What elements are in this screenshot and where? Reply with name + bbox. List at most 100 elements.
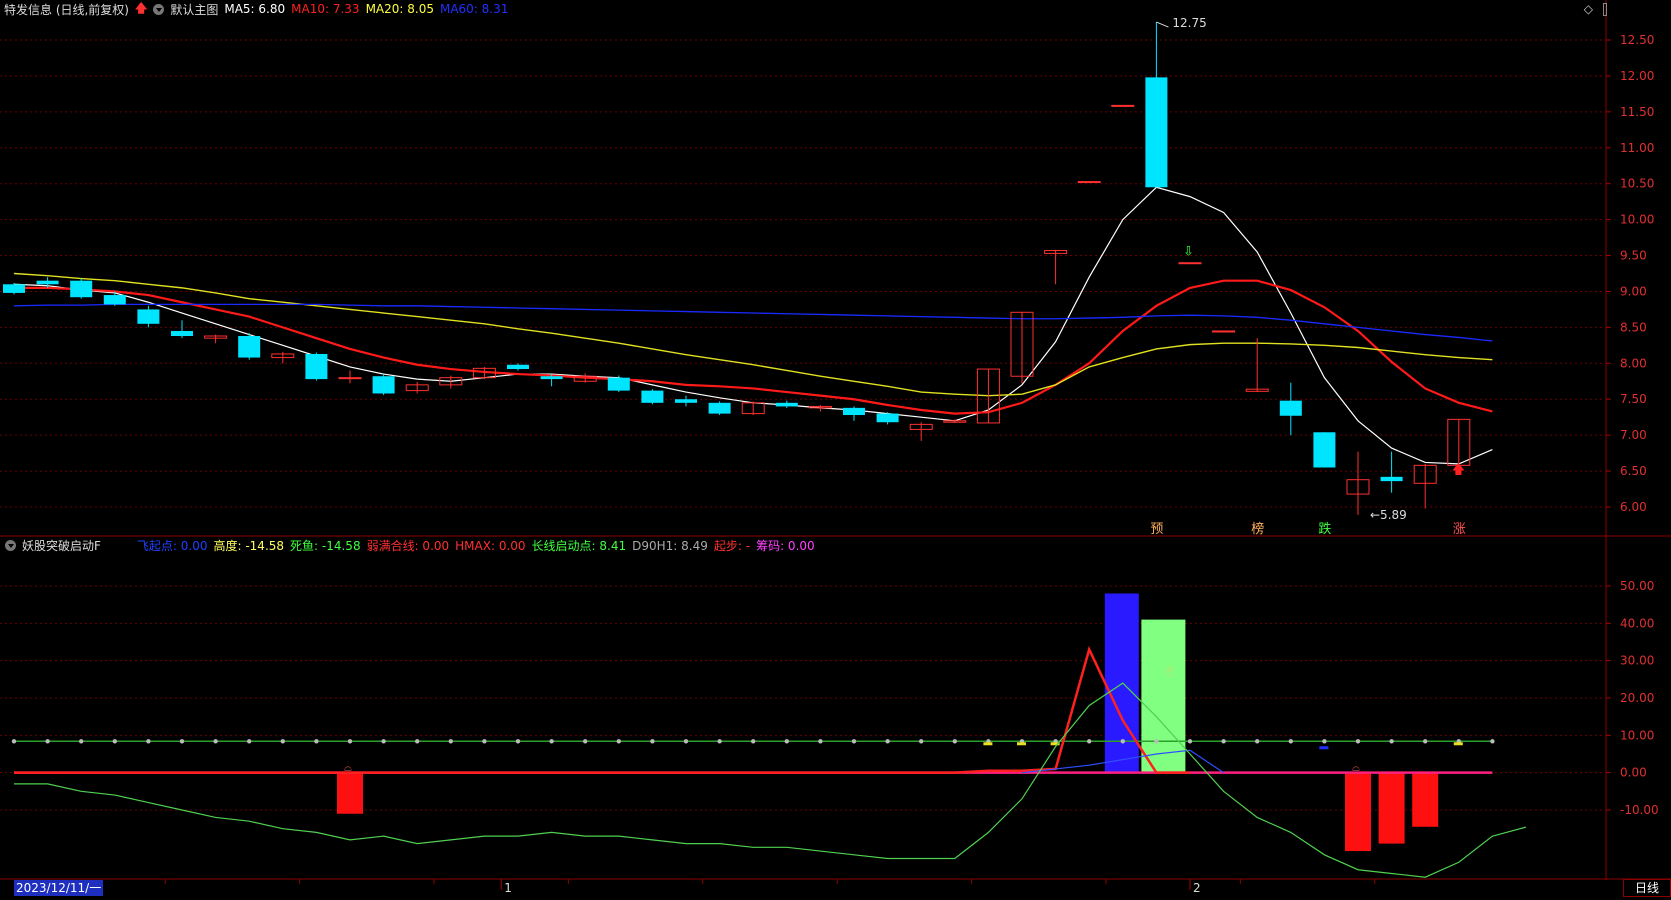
level-dot xyxy=(280,739,285,744)
red-neg-bar xyxy=(337,772,363,814)
blue-marker xyxy=(1319,746,1329,750)
ma-value-0: MA5: 6.80 xyxy=(224,2,286,16)
candle-body xyxy=(238,336,261,358)
level-dot xyxy=(381,739,386,744)
signal-label: 涨 xyxy=(1453,522,1466,537)
level-dot xyxy=(1322,739,1327,744)
ma-line-ma5 xyxy=(13,186,1493,465)
indicator-axis-label: 30.00 xyxy=(1620,654,1654,668)
ma-value-2: MA20: 8.05 xyxy=(365,2,434,16)
level-dot xyxy=(247,739,252,744)
candle-body xyxy=(540,376,563,380)
period-button[interactable]: 日线 xyxy=(1623,879,1671,897)
level-dot xyxy=(818,739,823,744)
down-arrow-icon: ⇩ xyxy=(1183,245,1194,260)
level-dot xyxy=(583,739,588,744)
level-dot xyxy=(751,739,756,744)
level-dot xyxy=(650,739,655,744)
indicator-field-7: 起步: - xyxy=(713,538,751,553)
dropdown-icon[interactable] xyxy=(153,3,165,15)
indicator-field-3: 弱满合线: 0.00 xyxy=(366,538,450,553)
candle-body xyxy=(1111,104,1135,107)
ma-line-ma60 xyxy=(13,303,1493,342)
indicator-fields: 飞起点: 0.00 高度: -14.58 死鱼: -14.58 弱满合线: 0.00 H… xyxy=(137,537,821,554)
level-dot xyxy=(11,739,17,744)
indicator-axis-label: 40.00 xyxy=(1620,616,1654,630)
candle-body xyxy=(1380,476,1403,482)
level-dot xyxy=(79,739,84,744)
candle-body xyxy=(137,309,160,324)
level-dot xyxy=(146,739,151,744)
candle-body xyxy=(641,390,664,403)
level-dot xyxy=(482,739,487,744)
red-peak-line xyxy=(14,645,1190,774)
price-axis-label: 8.50 xyxy=(1620,320,1647,334)
candle-body xyxy=(708,402,731,414)
cursor-hand-icon: ☝ xyxy=(1164,664,1173,680)
indicator-field-0: 飞起点: 0.00 xyxy=(136,538,208,553)
level-dot xyxy=(683,739,689,744)
red-neg-bar xyxy=(1412,772,1439,827)
candle-body xyxy=(843,407,865,416)
diamond-icon[interactable]: ◇ xyxy=(1584,2,1593,16)
month-label: 2 xyxy=(1193,881,1201,895)
level-dot xyxy=(717,739,722,744)
indicator-menu-icon[interactable] xyxy=(5,539,16,551)
level-dot xyxy=(1154,739,1159,744)
candle-body xyxy=(372,376,395,394)
signal-label: 榜 xyxy=(1251,521,1264,537)
price-axis-label: 10.50 xyxy=(1620,177,1654,191)
theme-label[interactable]: 默认主图 xyxy=(170,1,218,18)
price-axis-label: 7.50 xyxy=(1620,392,1647,406)
indicator-axis-label: 20.00 xyxy=(1620,691,1654,705)
indicator-header: 妖股突破启动F 飞起点: 0.00 高度: -14.58 死鱼: -14.58 弱满合… xyxy=(0,536,821,554)
level-dot xyxy=(1423,739,1428,744)
stock-title[interactable]: 特发信息 (日线,前复权) xyxy=(4,1,129,18)
chart-window: 12.50 12.00 11.50 11.00 10.50 10.00 9.50 9.00 8.… xyxy=(0,0,1671,897)
level-dot xyxy=(1490,739,1495,744)
high-price-label: 12.75 xyxy=(1172,16,1206,30)
candle-body xyxy=(1279,400,1302,416)
level-dot xyxy=(1120,739,1126,744)
level-dot xyxy=(112,739,118,744)
candle-body xyxy=(775,402,798,407)
level-dot xyxy=(347,739,353,744)
level-dot xyxy=(45,739,50,744)
red-neg-bar xyxy=(1345,772,1371,852)
level-dot xyxy=(616,739,621,744)
price-axis-label: 7.00 xyxy=(1620,428,1647,442)
price-axis-label: 8.00 xyxy=(1620,356,1647,370)
ma-values: MA5: 6.80 MA10: 7.33 MA20: 8.05 MA60: 8.31 xyxy=(224,2,514,16)
indicator-name[interactable]: 妖股突破启动F xyxy=(22,537,101,554)
yellow-marker xyxy=(983,742,993,746)
main-chart-header: 特发信息 (日线,前复权) 🡅 默认主图 MA5: 6.80 MA10: 7.33… xyxy=(0,0,514,18)
yellow-marker xyxy=(1017,742,1026,746)
price-axis-label: 9.50 xyxy=(1620,249,1647,263)
price-axis-label: 6.50 xyxy=(1620,464,1647,478)
candle-body xyxy=(876,413,899,423)
candle-body xyxy=(3,284,25,293)
candle-body xyxy=(507,364,529,370)
green-bar xyxy=(1141,619,1186,773)
level-dot xyxy=(784,739,789,744)
level-dot xyxy=(1221,739,1226,744)
indicator-field-5: 长线启动点: 8.41 xyxy=(531,538,627,553)
level-dot xyxy=(952,739,957,744)
candle-body xyxy=(338,377,362,380)
price-axis-label: 10.00 xyxy=(1620,213,1654,227)
indicator-axis-label: 50.00 xyxy=(1620,579,1654,593)
price-axis-label: 11.00 xyxy=(1620,141,1654,155)
candle-body xyxy=(36,280,59,285)
level-dot xyxy=(1255,739,1260,744)
level-dot xyxy=(448,739,453,744)
indicator-axis-label: 10.00 xyxy=(1620,728,1654,742)
level-dot xyxy=(415,739,420,744)
up-arrow-icon: 🡅 xyxy=(1452,462,1465,477)
ma-value-1: MA10: 7.33 xyxy=(291,2,360,16)
candle-body xyxy=(70,280,93,298)
indicator-field-2: 死鱼: -14.58 xyxy=(290,538,361,553)
signal-label: 跌 xyxy=(1318,521,1331,537)
stock-chart[interactable]: 12.5012.0011.5011.0010.5010.009.509.008.… xyxy=(0,0,1671,897)
panel-toggle-icon[interactable] xyxy=(1603,2,1607,16)
level-dot xyxy=(1087,739,1092,744)
